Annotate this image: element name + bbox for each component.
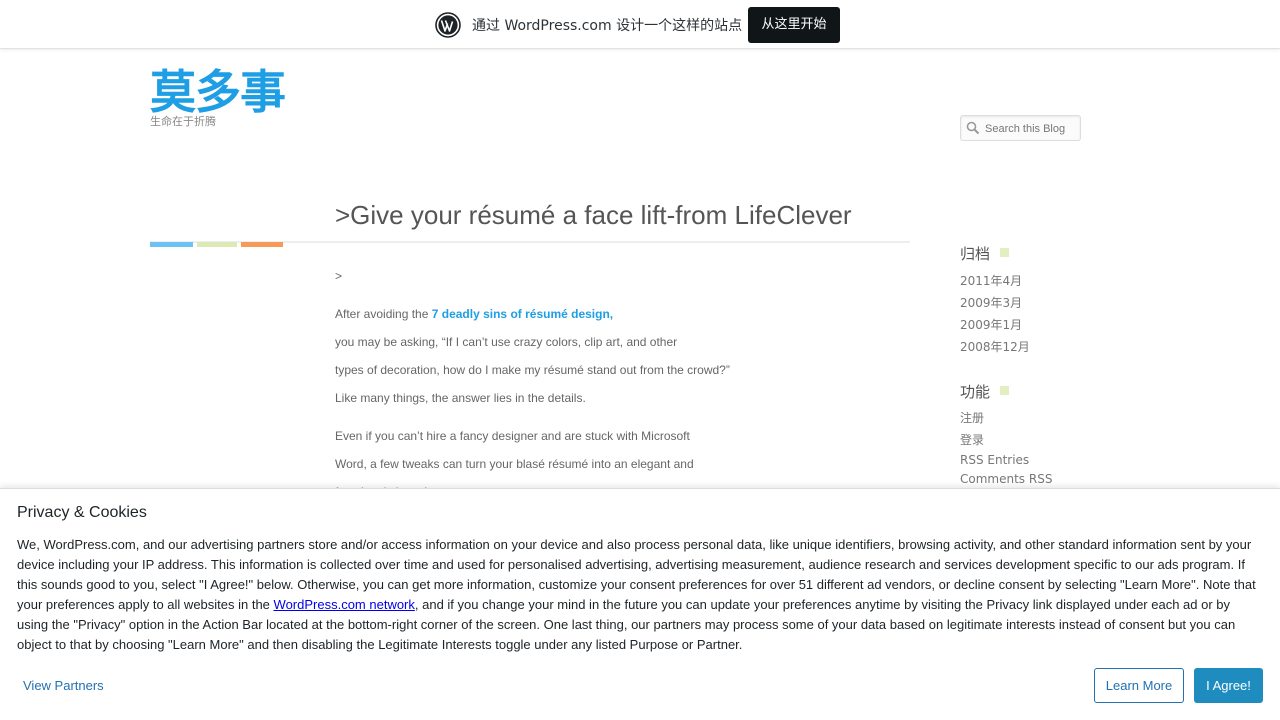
post-text: After avoiding the — [335, 307, 432, 321]
function-item[interactable]: RSS Entries — [960, 451, 1052, 470]
comments-rss-link[interactable]: Comments RSS — [960, 472, 1052, 486]
function-item[interactable]: 注册 — [960, 407, 1052, 429]
archives-title-text: 归档 — [960, 245, 991, 263]
color-stripe-green — [197, 242, 237, 247]
functions-list: 注册 登录 RSS Entries Comments RSS — [960, 407, 1052, 489]
wordpress-logo-icon[interactable] — [435, 12, 461, 38]
function-item[interactable]: Comments RSS — [960, 470, 1052, 489]
post-line: After avoiding the 7 deadly sins of résu… — [335, 300, 905, 328]
post-line: types of decoration, how do I make my ré… — [335, 363, 730, 377]
site-description: 生命在于折腾 — [150, 115, 216, 128]
search-icon — [966, 121, 980, 135]
title-square-icon — [1000, 248, 1010, 257]
archive-link[interactable]: 2008年12月 — [960, 340, 1030, 354]
privacy-title: Privacy & Cookies — [17, 504, 147, 521]
rss-entries-link[interactable]: RSS Entries — [960, 453, 1029, 467]
archive-link[interactable]: 2009年1月 — [960, 318, 1022, 332]
deadly-sins-link[interactable]: 7 deadly sins of résumé design, — [432, 307, 613, 321]
post-line: Like many things, the answer lies in the… — [335, 391, 586, 405]
function-item[interactable]: 登录 — [960, 429, 1052, 451]
color-stripe-orange — [241, 242, 283, 247]
archives-list: 2011年4月 2009年3月 2009年1月 2008年12月 — [960, 270, 1030, 358]
functions-title-text: 功能 — [960, 383, 991, 401]
wordpress-promo-bar: 通过 WordPress.com 设计一个这样的站点 从这里开始 — [0, 0, 1280, 49]
agree-button[interactable]: I Agree! — [1194, 668, 1263, 703]
functions-widget-title: 功能 — [960, 381, 1010, 402]
archive-item[interactable]: 2011年4月 — [960, 270, 1030, 292]
archive-item[interactable]: 2009年3月 — [960, 292, 1030, 314]
search-input[interactable] — [985, 120, 1077, 138]
register-link[interactable]: 注册 — [960, 411, 984, 425]
promo-text: 通过 WordPress.com 设计一个这样的站点 — [472, 18, 743, 34]
post-content: > After avoiding the 7 deadly sins of ré… — [335, 262, 905, 506]
privacy-text: We, WordPress.com, and our advertising p… — [17, 535, 1263, 655]
privacy-banner: Privacy & Cookies We, WordPress.com, and… — [0, 488, 1280, 720]
post-line: > — [335, 269, 343, 283]
archive-item[interactable]: 2009年1月 — [960, 314, 1030, 336]
archives-widget-title: 归档 — [960, 243, 1010, 264]
archive-link[interactable]: 2011年4月 — [960, 274, 1022, 288]
learn-more-button[interactable]: Learn More — [1094, 668, 1184, 703]
post-title[interactable]: >Give your résumé a face lift-from LifeC… — [335, 200, 852, 231]
search-box — [960, 115, 1081, 141]
start-here-button[interactable]: 从这里开始 — [748, 7, 840, 43]
wordpress-network-link[interactable]: WordPress.com network — [274, 597, 415, 612]
color-stripe-blue — [150, 242, 193, 247]
archive-item[interactable]: 2008年12月 — [960, 336, 1030, 358]
login-link[interactable]: 登录 — [960, 433, 984, 447]
post-line: Even if you can’t hire a fancy designer … — [335, 429, 690, 443]
archive-link[interactable]: 2009年3月 — [960, 296, 1022, 310]
title-square-icon — [1000, 386, 1010, 395]
view-partners-link[interactable]: View Partners — [23, 678, 104, 693]
post-line: you may be asking, “If I can’t use crazy… — [335, 335, 678, 349]
post-line: Word, a few tweaks can turn your blasé r… — [335, 457, 694, 471]
